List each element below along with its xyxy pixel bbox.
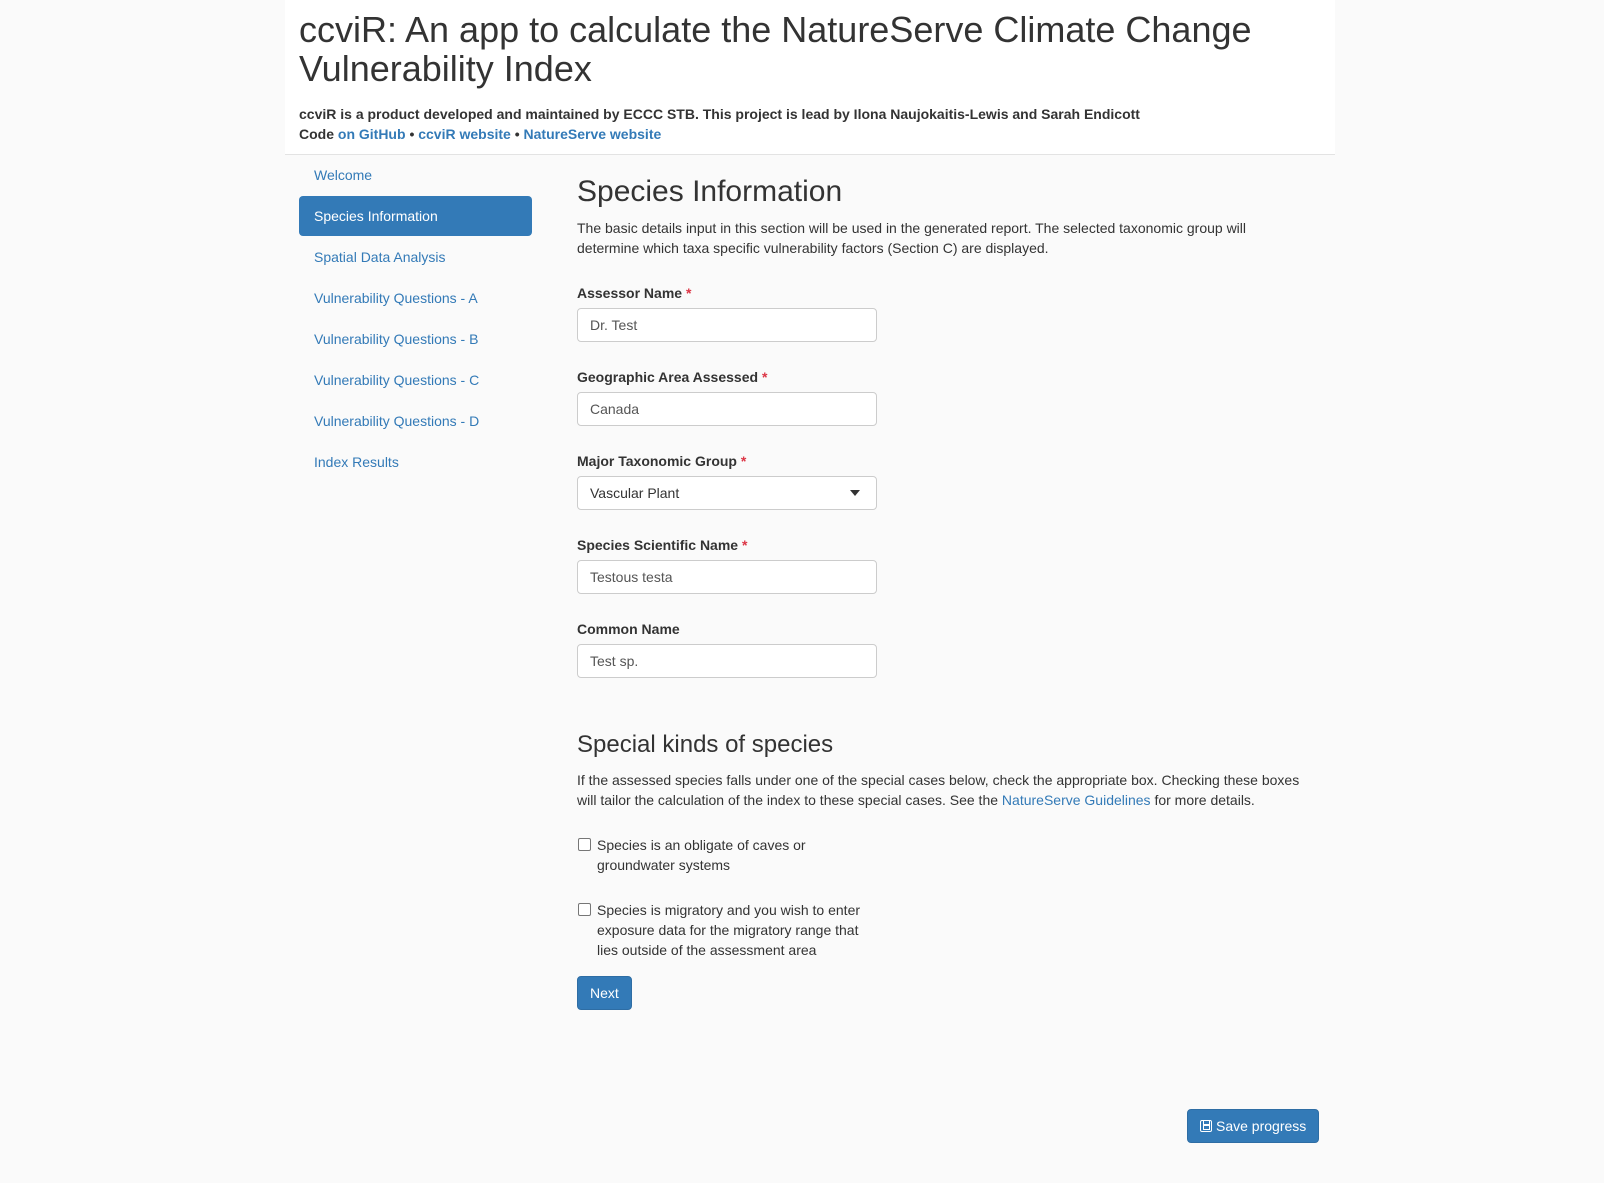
save-icon	[1200, 1120, 1212, 1132]
link-separator: •	[409, 126, 415, 142]
sidebar-item-index-results[interactable]: Index Results	[299, 442, 532, 482]
assessor-name-label: Assessor Name *	[577, 285, 692, 301]
natureserve-guidelines-link[interactable]: NatureServe Guidelines	[1002, 792, 1151, 808]
special-kinds-title: Special kinds of species	[577, 731, 834, 758]
geographic-area-input[interactable]	[577, 392, 877, 426]
page-title: Species Information	[577, 175, 843, 208]
taxonomic-group-label: Major Taxonomic Group *	[577, 453, 747, 469]
taxonomic-group-value: Vascular Plant	[590, 485, 680, 501]
sidebar-item-vulnerability-b[interactable]: Vulnerability Questions - B	[299, 319, 532, 359]
migratory-label: Species is migratory and you wish to ent…	[597, 902, 861, 958]
common-name-input[interactable]	[577, 644, 877, 678]
required-marker: *	[761, 369, 768, 385]
required-marker: *	[685, 285, 692, 301]
sidebar-item-vulnerability-a[interactable]: Vulnerability Questions - A	[299, 278, 532, 318]
app-subtitle: ccviR is a product developed and maintai…	[299, 106, 1140, 122]
code-label: Code	[299, 126, 334, 142]
taxonomic-group-select[interactable]: Vascular Plant	[577, 476, 877, 510]
migratory-checkbox[interactable]	[578, 903, 591, 916]
save-progress-button[interactable]: Save progress	[1187, 1109, 1320, 1143]
scientific-name-label: Species Scientific Name *	[577, 537, 748, 553]
header-links: Code on GitHub • ccviR website • NatureS…	[299, 124, 661, 144]
header: ccviR: An app to calculate the NatureSer…	[285, 0, 1335, 155]
scientific-name-input[interactable]	[577, 560, 877, 594]
sidebar-item-spatial-data-analysis[interactable]: Spatial Data Analysis	[299, 237, 532, 277]
ccvir-website-link[interactable]: ccviR website	[418, 126, 511, 142]
required-marker: *	[740, 453, 747, 469]
next-button[interactable]: Next	[577, 976, 632, 1010]
app-container: ccviR: An app to calculate the NatureSer…	[285, 0, 1335, 1183]
special-kinds-intro: If the assessed species falls under one …	[577, 772, 1300, 808]
sidebar-item-welcome[interactable]: Welcome	[299, 155, 532, 195]
sidebar-item-species-information[interactable]: Species Information	[299, 196, 532, 236]
sidebar-item-vulnerability-c[interactable]: Vulnerability Questions - C	[299, 360, 532, 400]
save-progress-label: Save progress	[1216, 1118, 1307, 1134]
geographic-area-label: Geographic Area Assessed *	[577, 369, 768, 385]
required-marker: *	[741, 537, 748, 553]
natureserve-website-link[interactable]: NatureServe website	[524, 126, 662, 142]
common-name-label: Common Name	[577, 621, 680, 637]
cave-obligate-label: Species is an obligate of caves or groun…	[597, 837, 806, 873]
intro-text: The basic details input in this section …	[577, 220, 1247, 256]
app-title: ccviR: An app to calculate the NatureSer…	[299, 9, 1252, 89]
link-separator: •	[514, 126, 520, 142]
assessor-name-input[interactable]	[577, 308, 877, 342]
sidebar-item-vulnerability-d[interactable]: Vulnerability Questions - D	[299, 401, 532, 441]
github-link[interactable]: on GitHub	[338, 126, 406, 142]
cave-obligate-checkbox[interactable]	[578, 838, 591, 851]
chevron-down-icon	[850, 490, 860, 496]
